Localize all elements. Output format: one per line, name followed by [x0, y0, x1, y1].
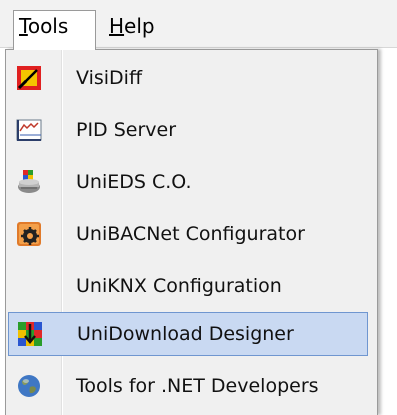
menu-tools-label: ools — [27, 14, 69, 38]
download-grid-icon — [17, 321, 43, 347]
menu-help[interactable]: Help — [104, 11, 164, 45]
globe-icon — [16, 373, 42, 399]
menu-item-label: PID Server — [76, 119, 177, 141]
tools-dropdown-menu: VisiDiff PID Server UniEDS C.O. UniBACNe… — [5, 49, 378, 415]
menu-help-accel: H — [109, 14, 125, 38]
menu-item-pid-server[interactable]: PID Server — [8, 106, 368, 154]
menu-item-label: UniDownload Designer — [77, 323, 294, 345]
menu-item-label: VisiDiff — [76, 67, 143, 89]
bacnet-gear-icon — [16, 221, 42, 247]
visidiff-icon — [16, 65, 42, 91]
menu-bar: Tools Help — [0, 0, 397, 50]
app-window: Tools Help VisiDiff PID Server UniEDS C.… — [0, 0, 397, 415]
menu-tools-accel: T — [19, 14, 28, 38]
menu-item-label: UniEDS C.O. — [76, 171, 192, 193]
menu-item-tools-dotnet-developers[interactable]: Tools for .NET Developers — [8, 362, 368, 410]
menu-item-label: UniBACNet Configurator — [76, 223, 305, 245]
menu-item-unidownload-designer[interactable]: UniDownload Designer — [8, 312, 368, 356]
menu-item-label: Tools for .NET Developers — [76, 375, 319, 397]
menu-help-label: elp — [124, 14, 155, 38]
device-stack-icon — [16, 169, 42, 195]
pid-chart-icon — [16, 117, 42, 143]
menu-item-unieds-co[interactable]: UniEDS C.O. — [8, 158, 368, 206]
menu-item-unibacnet-configurator[interactable]: UniBACNet Configurator — [8, 210, 368, 258]
menu-item-visidiff[interactable]: VisiDiff — [8, 54, 368, 102]
menu-tools[interactable]: Tools — [13, 10, 96, 50]
menu-item-label: UniKNX Configuration — [76, 275, 282, 297]
menu-item-uniknx-configuration[interactable]: UniKNX Configuration — [8, 262, 368, 310]
